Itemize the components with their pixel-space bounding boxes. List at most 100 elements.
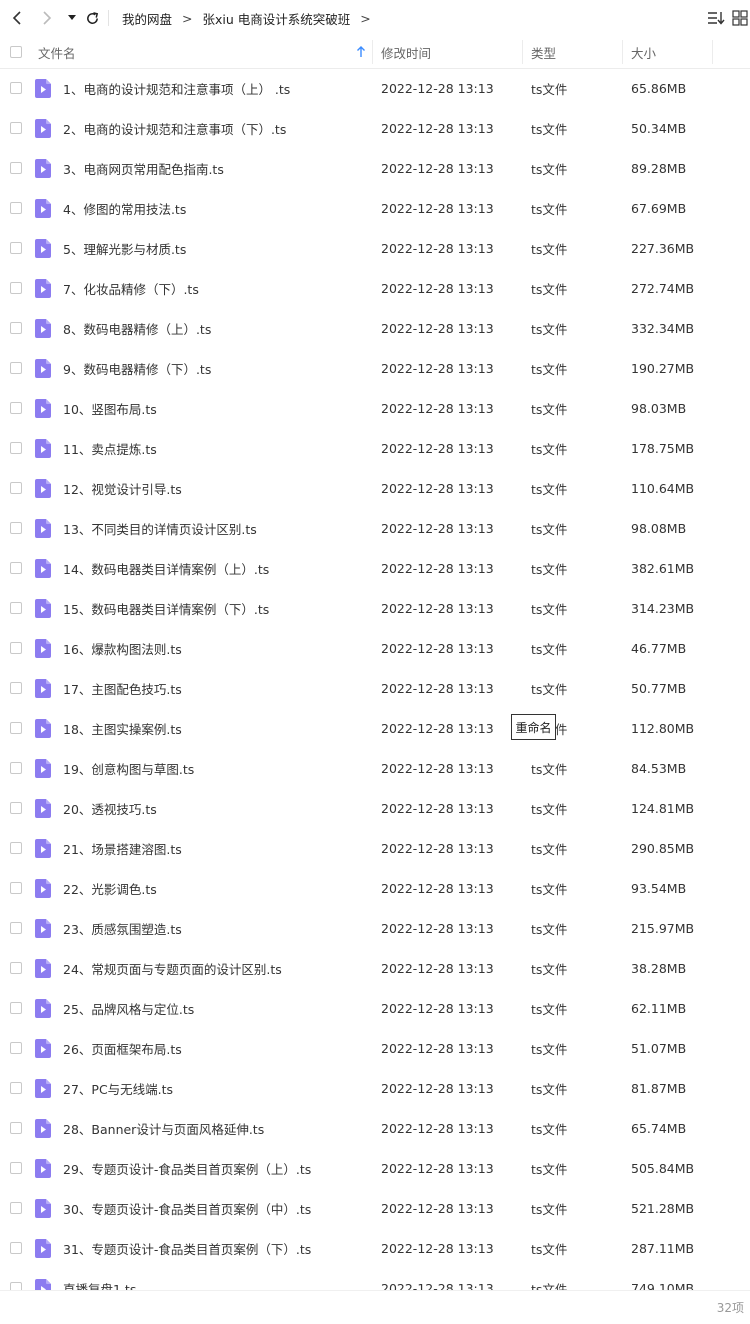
file-row[interactable]: 21、场景搭建溶图.ts 2022-12-28 13:13 ts文件 290.85MB [0,828,750,868]
column-header-type[interactable]: 类型 [531,36,556,68]
file-row[interactable]: 19、创意构图与草图.ts 2022-12-28 13:13 ts文件 84.53MB [0,748,750,788]
file-row[interactable]: 8、数码电器精修（上）.ts 2022-12-28 13:13 ts文件 332.34… [0,308,750,348]
refresh-button[interactable] [82,8,102,28]
column-divider[interactable] [712,40,713,64]
file-name[interactable]: 29、专题页设计-食品类目首页案例（上）.ts [63,1148,311,1188]
row-checkbox[interactable] [10,522,22,534]
file-row[interactable]: 13、不同类目的详情页设计区别.ts 2022-12-28 13:13 ts文件 98… [0,508,750,548]
row-checkbox[interactable] [10,642,22,654]
file-name[interactable]: 10、竖图布局.ts [63,388,157,428]
file-row[interactable]: 27、PC与无线端.ts 2022-12-28 13:13 ts文件 81.87MB [0,1068,750,1108]
file-name[interactable]: 8、数码电器精修（上）.ts [63,308,211,348]
file-name[interactable]: 12、视觉设计引导.ts [63,468,182,508]
file-row[interactable]: 31、专题页设计-食品类目首页案例（下）.ts 2022-12-28 13:13 t… [0,1228,750,1268]
file-row[interactable]: 23、质感氛围塑造.ts 2022-12-28 13:13 ts文件 215.97MB [0,908,750,948]
file-name[interactable]: 20、透视技巧.ts [63,788,157,828]
file-row[interactable]: 直播复盘1.ts 2022-12-28 13:13 ts文件 749.10MB [0,1268,750,1290]
row-checkbox[interactable] [10,202,22,214]
file-row[interactable]: 3、电商网页常用配色指南.ts 2022-12-28 13:13 ts文件 89.28… [0,148,750,188]
file-row[interactable]: 28、Banner设计与页面风格延伸.ts 2022-12-28 13:13 ts文… [0,1108,750,1148]
file-name[interactable]: 18、主图实操案例.ts [63,708,182,748]
sort-button[interactable] [706,8,726,28]
row-checkbox[interactable] [10,1082,22,1094]
file-name[interactable]: 直播复盘1.ts [63,1268,136,1291]
file-name[interactable]: 3、电商网页常用配色指南.ts [63,148,224,188]
file-name[interactable]: 30、专题页设计-食品类目首页案例（中）.ts [63,1188,311,1228]
row-checkbox[interactable] [10,882,22,894]
file-row[interactable]: 25、品牌风格与定位.ts 2022-12-28 13:13 ts文件 62.11MB [0,988,750,1028]
file-row[interactable]: 4、修图的常用技法.ts 2022-12-28 13:13 ts文件 67.69MB [0,188,750,228]
row-checkbox[interactable] [10,962,22,974]
row-checkbox[interactable] [10,482,22,494]
file-name[interactable]: 31、专题页设计-食品类目首页案例（下）.ts [63,1228,311,1268]
row-checkbox[interactable] [10,802,22,814]
file-row[interactable]: 18、主图实操案例.ts2022-12-28 13:13ts文件112.80MB [0,708,750,748]
file-name[interactable]: 24、常规页面与专题页面的设计区别.ts [63,948,282,988]
file-name[interactable]: 26、页面框架布局.ts [63,1028,182,1068]
file-name[interactable]: 27、PC与无线端.ts [63,1068,173,1108]
view-mode-button[interactable] [730,8,750,28]
file-row[interactable]: 29、专题页设计-食品类目首页案例（上）.ts 2022-12-28 13:13 t… [0,1148,750,1188]
file-row[interactable]: 17、主图配色技巧.ts 2022-12-28 13:13 ts文件 50.77MB [0,668,750,708]
forward-button[interactable] [36,8,56,28]
column-header-modified[interactable]: 修改时间 [381,36,431,68]
file-name[interactable]: 11、卖点提炼.ts [63,428,157,468]
row-checkbox[interactable] [10,1282,22,1290]
file-name[interactable]: 9、数码电器精修（下）.ts [63,348,211,388]
file-name[interactable]: 5、理解光影与材质.ts [63,228,186,268]
file-name[interactable]: 15、数码电器类目详情案例（下）.ts [63,588,269,628]
column-divider[interactable] [522,40,523,64]
file-name[interactable]: 2、电商的设计规范和注意事项（下）.ts [63,108,286,148]
row-checkbox[interactable] [10,1122,22,1134]
file-row[interactable]: 14、数码电器类目详情案例（上）.ts 2022-12-28 13:13 ts文件 3… [0,548,750,588]
row-checkbox[interactable] [10,122,22,134]
history-dropdown-button[interactable] [62,8,82,28]
file-row[interactable]: 9、数码电器精修（下）.ts 2022-12-28 13:13 ts文件 190.27… [0,348,750,388]
row-checkbox[interactable] [10,1242,22,1254]
row-checkbox[interactable] [10,362,22,374]
row-checkbox[interactable] [10,722,22,734]
file-row[interactable]: 26、页面框架布局.ts 2022-12-28 13:13 ts文件 51.07MB [0,1028,750,1068]
file-row[interactable]: 1、电商的设计规范和注意事项（上） .ts 2022-12-28 13:13 ts文… [0,68,750,108]
row-checkbox[interactable] [10,922,22,934]
row-checkbox[interactable] [10,82,22,94]
column-header-name[interactable]: 文件名 [38,36,76,68]
file-name[interactable]: 7、化妆品精修（下）.ts [63,268,199,308]
file-name[interactable]: 4、修图的常用技法.ts [63,188,186,228]
column-divider[interactable] [622,40,623,64]
file-name[interactable]: 25、品牌风格与定位.ts [63,988,194,1028]
row-checkbox[interactable] [10,442,22,454]
file-row[interactable]: 2、电商的设计规范和注意事项（下）.ts 2022-12-28 13:13 ts文件… [0,108,750,148]
back-button[interactable] [8,8,28,28]
row-checkbox[interactable] [10,562,22,574]
row-checkbox[interactable] [10,602,22,614]
row-checkbox[interactable] [10,282,22,294]
row-checkbox[interactable] [10,322,22,334]
row-checkbox[interactable] [10,1202,22,1214]
breadcrumb-root[interactable]: 我的网盘 [122,9,172,28]
row-checkbox[interactable] [10,682,22,694]
column-header-size[interactable]: 大小 [631,36,656,68]
row-checkbox[interactable] [10,1002,22,1014]
column-divider[interactable] [372,40,373,64]
file-row[interactable]: 15、数码电器类目详情案例（下）.ts 2022-12-28 13:13 ts文件 3… [0,588,750,628]
file-row[interactable]: 30、专题页设计-食品类目首页案例（中）.ts 2022-12-28 13:13 t… [0,1188,750,1228]
file-name[interactable]: 1、电商的设计规范和注意事项（上） .ts [63,68,290,108]
file-row[interactable]: 10、竖图布局.ts 2022-12-28 13:13 ts文件 98.03MB [0,388,750,428]
breadcrumb-current[interactable]: 张xiu 电商设计系统突破班 [203,9,351,28]
file-row[interactable]: 7、化妆品精修（下）.ts 2022-12-28 13:13 ts文件 272.74M… [0,268,750,308]
file-row[interactable]: 5、理解光影与材质.ts 2022-12-28 13:13 ts文件 227.36MB [0,228,750,268]
file-row[interactable]: 20、透视技巧.ts 2022-12-28 13:13 ts文件 124.81MB [0,788,750,828]
file-row[interactable]: 22、光影调色.ts 2022-12-28 13:13 ts文件 93.54MB [0,868,750,908]
file-row[interactable]: 12、视觉设计引导.ts 2022-12-28 13:13 ts文件 110.64MB [0,468,750,508]
file-name[interactable]: 19、创意构图与草图.ts [63,748,194,788]
row-checkbox[interactable] [10,762,22,774]
file-name[interactable]: 16、爆款构图法则.ts [63,628,182,668]
file-name[interactable]: 22、光影调色.ts [63,868,157,908]
row-checkbox[interactable] [10,242,22,254]
file-name[interactable]: 21、场景搭建溶图.ts [63,828,182,868]
row-checkbox[interactable] [10,402,22,414]
row-checkbox[interactable] [10,1042,22,1054]
row-checkbox[interactable] [10,842,22,854]
file-name[interactable]: 14、数码电器类目详情案例（上）.ts [63,548,269,588]
